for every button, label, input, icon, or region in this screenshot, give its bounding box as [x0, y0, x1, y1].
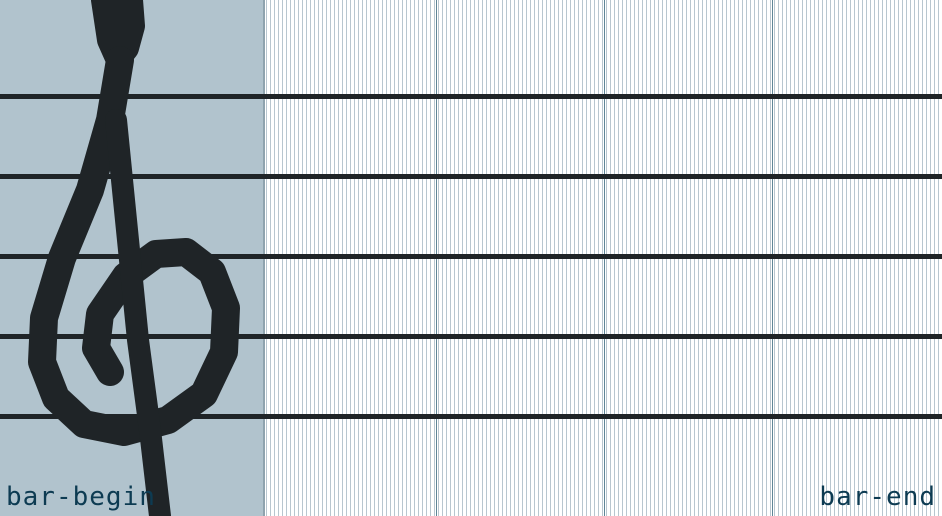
score-editor[interactable]: bar-begin bar-end — [0, 0, 942, 516]
bar-begin-label: bar-begin — [6, 482, 156, 512]
bar-end-label: bar-end — [819, 482, 936, 512]
treble-clef-icon — [28, 0, 240, 516]
